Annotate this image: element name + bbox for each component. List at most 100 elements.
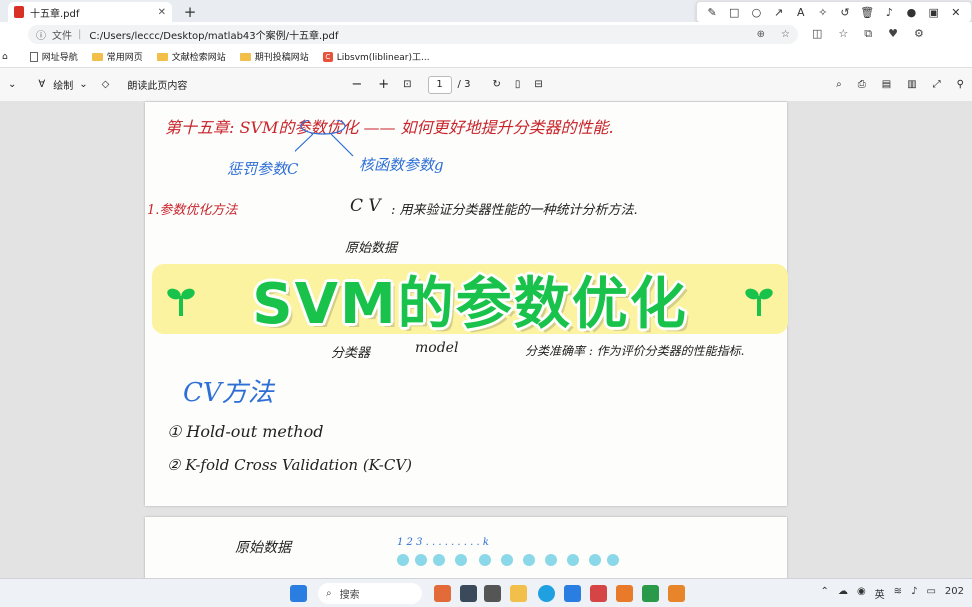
zoom-out-button[interactable]: −	[351, 77, 362, 92]
bookmark-label: 网址导航	[41, 53, 78, 63]
bookmark-item[interactable]: 网址导航	[29, 50, 78, 63]
app-icon[interactable]	[460, 585, 477, 602]
search-icon: ⌕	[326, 588, 332, 599]
fullscreen-icon[interactable]: ⤢	[933, 79, 941, 90]
app-icon[interactable]	[642, 585, 659, 602]
eraser-icon[interactable]: ◇	[102, 79, 110, 90]
page-view-icon[interactable]: ⊟	[534, 79, 542, 90]
clock[interactable]: 202	[945, 586, 964, 601]
print-icon[interactable]: ⎙	[858, 79, 866, 90]
close-tab-icon[interactable]: ✕	[158, 7, 166, 18]
matlab-icon[interactable]	[668, 585, 685, 602]
penalty-note: 惩罚参数C	[227, 160, 299, 178]
chevron-down-icon[interactable]: ⌄	[8, 79, 16, 90]
sprout-icon	[745, 288, 773, 316]
draw-icon[interactable]: ∀	[38, 79, 45, 90]
bookmark-item[interactable]: 文献检索网站	[156, 50, 226, 63]
close-icon[interactable]: ✕	[948, 6, 964, 19]
split-screen-icon[interactable]: ◫	[812, 27, 822, 41]
app-icon[interactable]	[434, 585, 451, 602]
pen-icon[interactable]: ✎	[704, 6, 720, 19]
address-bar[interactable]: ⓘ 文件 | C:/Users/leccc/Desktop/matlab43个案…	[28, 24, 798, 44]
text-icon[interactable]: A	[793, 6, 809, 19]
address-separator: |	[78, 28, 82, 40]
info-icon[interactable]: ⓘ	[36, 27, 46, 42]
rotate-icon[interactable]: ↻	[492, 79, 500, 90]
speaker-icon[interactable]: ♪	[881, 6, 897, 19]
page-number-input[interactable]: 1	[427, 75, 452, 94]
save-as-icon[interactable]: ▥	[907, 79, 916, 90]
sprout-icon	[167, 288, 195, 316]
two-page-icon[interactable]: ▯	[515, 79, 521, 90]
app-icon[interactable]	[590, 585, 607, 602]
search-icon[interactable]: ⌕	[836, 79, 842, 90]
raw-data-note: 原始数据	[345, 241, 398, 256]
microphone-icon[interactable]: ●	[903, 6, 919, 19]
tab-pdf[interactable]: 十五章.pdf ✕	[8, 2, 172, 22]
fit-page-icon[interactable]: ⊡	[403, 79, 411, 90]
bookmark-label: Libsvm(liblinear)工...	[336, 53, 430, 63]
task-view-icon[interactable]	[484, 585, 501, 602]
total-pages: / 3	[457, 79, 471, 90]
circle-icon[interactable]: ○	[748, 6, 764, 19]
chevron-down-icon[interactable]: ⌄	[79, 79, 87, 90]
method-1: ① Hold-out method	[167, 422, 324, 441]
zoom-icon[interactable]: ⊕	[757, 29, 765, 40]
classifier-note: 分类器	[331, 346, 371, 361]
address-row: ⓘ 文件 | C:/Users/leccc/Desktop/matlab43个案…	[0, 22, 972, 46]
title-banner: SVM的参数优化	[152, 264, 788, 337]
camera-icon[interactable]: ▣	[926, 6, 942, 19]
cloud-icon[interactable]: ☁	[838, 586, 848, 601]
collections-icon[interactable]: ⧉	[864, 27, 872, 41]
battery-icon[interactable]: ▭	[926, 586, 935, 601]
star-icon[interactable]: ☆	[781, 29, 790, 40]
folder-icon	[91, 52, 103, 61]
save-icon[interactable]: ▤	[882, 79, 891, 90]
taskbar-search[interactable]: ⌕ 搜索	[318, 583, 422, 604]
model-note: model	[415, 340, 459, 356]
chevron-up-icon[interactable]: ⌃	[821, 586, 829, 601]
c-icon: C	[322, 51, 333, 62]
cv-description: : 用来验证分类器性能的一种统计分析方法.	[391, 203, 638, 218]
volume-icon[interactable]: ♪	[911, 586, 917, 601]
file-explorer-icon[interactable]	[510, 585, 527, 602]
bookmarks-bar: ⌂ 网址导航 常用网页 文献检索网站 期刊投稿网站 C Libsvm(liblin…	[0, 46, 972, 68]
extensions-icon[interactable]: ♥	[888, 27, 898, 41]
chapter-title: 第十五章: SVM的参数优化 —— 如何更好地提升分类器的性能.	[165, 118, 614, 137]
settings-icon[interactable]: ⚙	[914, 27, 924, 41]
favorites-icon[interactable]: ☆	[838, 27, 848, 41]
language-indicator[interactable]: 英	[875, 586, 885, 601]
pdf-toolbar: ⌄ ∀ 绘制 ⌄ ◇ 朗读此页内容 − + ⊡ 1 / 3 ↻ ▯ ⊟ ⌕ ⎙ …	[0, 68, 972, 102]
page-icon	[29, 51, 38, 62]
magic-wand-icon[interactable]: ✧	[815, 6, 831, 19]
new-tab-button[interactable]: +	[180, 2, 200, 22]
wifi-icon[interactable]: ≋	[894, 586, 902, 601]
read-aloud-button[interactable]: 朗读此页内容	[127, 77, 187, 92]
undo-icon[interactable]: ↺	[837, 6, 853, 19]
app-tray-icon[interactable]: ◉	[857, 586, 866, 601]
start-icon[interactable]	[290, 585, 307, 602]
taskbar-search-label: 搜索	[339, 590, 360, 601]
page2-fold-labels: 1 2 3 . . . . . . . . . k	[397, 537, 489, 548]
ink-arrows	[295, 120, 354, 157]
tab-title: 十五章.pdf	[30, 8, 80, 20]
store-icon[interactable]	[564, 585, 581, 602]
bookmark-item[interactable]: 期刊投稿网站	[239, 50, 309, 63]
address-url: C:/Users/leccc/Desktop/matlab43个案例/十五章.p…	[89, 30, 339, 42]
bookmark-item[interactable]: 常用网页	[91, 50, 143, 63]
annotation-toolbar: ✎ □ ○ ↗ A ✧ ↺ 🗑 ♪ ● ▣ ✕	[696, 1, 972, 23]
document-viewer[interactable]: 第十五章: SVM的参数优化 —— 如何更好地提升分类器的性能. 惩罚参数C 核…	[0, 102, 972, 587]
bookmark-item[interactable]: C Libsvm(liblinear)工...	[322, 50, 430, 63]
arrow-icon[interactable]: ↗	[771, 6, 787, 19]
zoom-in-button[interactable]: +	[378, 77, 389, 92]
trash-icon[interactable]: 🗑	[859, 6, 875, 19]
bookmark-label: 文献检索网站	[171, 53, 226, 63]
cv-mark: C V	[350, 196, 381, 216]
banner-title: SVM的参数优化	[252, 271, 688, 337]
rectangle-icon[interactable]: □	[726, 6, 742, 19]
app-icon[interactable]	[616, 585, 633, 602]
bookmark-apps[interactable]: ⌂	[2, 52, 16, 62]
draw-button[interactable]: 绘制	[53, 77, 73, 92]
pin-icon[interactable]: ⚲	[957, 79, 964, 90]
edge-icon[interactable]	[538, 585, 555, 602]
